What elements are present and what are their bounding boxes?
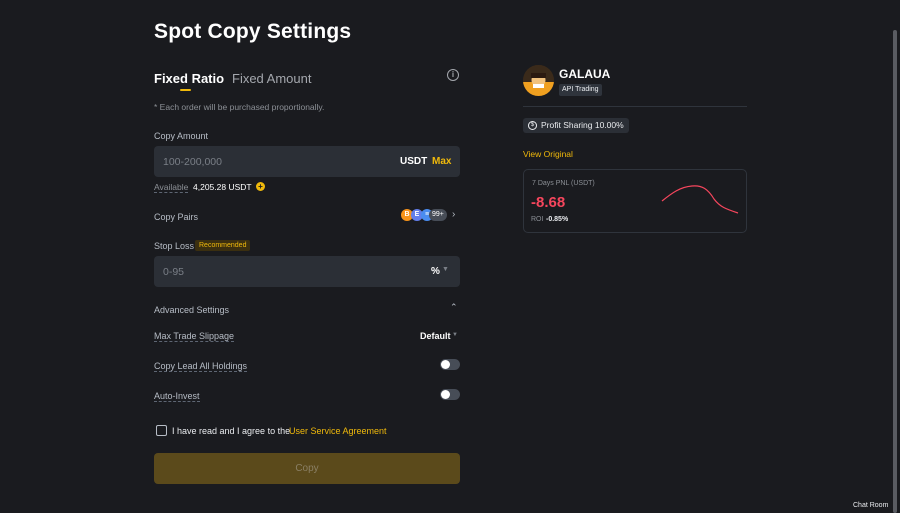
recommended-badge: Recommended: [195, 240, 251, 251]
agreement-text: I have read and I agree to the: [172, 426, 291, 436]
divider: [523, 106, 747, 107]
view-original-link[interactable]: View Original: [523, 149, 573, 159]
chevron-right-icon[interactable]: ›: [452, 209, 455, 220]
stop-loss-unit[interactable]: %: [431, 266, 440, 277]
avatar[interactable]: [523, 65, 554, 96]
available-value: 4,205.28 USDT: [193, 182, 252, 192]
pnl-label: 7 Days PNL (USDT): [532, 180, 595, 187]
plus-circle-icon[interactable]: +: [256, 182, 265, 191]
user-service-agreement-link[interactable]: User Service Agreement: [289, 426, 387, 436]
tab-fixed-ratio[interactable]: Fixed Ratio: [154, 71, 224, 86]
tab-active-indicator: [180, 89, 191, 91]
scrollbar[interactable]: [893, 30, 897, 513]
info-icon[interactable]: i: [447, 69, 459, 81]
max-button[interactable]: Max: [432, 156, 451, 167]
copy-lead-holdings-toggle[interactable]: [440, 359, 460, 370]
roi-label: ROI: [531, 216, 544, 223]
stop-loss-input[interactable]: 0-95 % ▼: [154, 256, 460, 287]
copy-amount-unit: USDT: [400, 156, 428, 167]
stop-loss-label: Stop Loss: [154, 241, 195, 251]
pairs-count-badge[interactable]: 99+: [429, 209, 447, 221]
ratio-note: * Each order will be purchased proportio…: [154, 102, 325, 112]
copy-amount-placeholder: 100-200,000: [163, 156, 222, 168]
caret-down-icon[interactable]: ▼: [452, 332, 458, 338]
auto-invest-toggle[interactable]: [440, 389, 460, 400]
copy-pairs-label: Copy Pairs: [154, 212, 199, 222]
auto-invest-label: Auto-Invest: [154, 391, 200, 402]
toggle-knob: [441, 360, 450, 369]
page-title: Spot Copy Settings: [154, 20, 352, 43]
chat-room-button[interactable]: Chat Room: [853, 502, 888, 509]
agreement-checkbox[interactable]: [156, 425, 167, 436]
trader-avatar-image: [523, 65, 554, 96]
copy-amount-input[interactable]: 100-200,000 USDT Max: [154, 146, 460, 177]
stop-loss-placeholder: 0-95: [163, 266, 185, 278]
profit-sharing-badge: $ Profit Sharing 10.00%: [523, 118, 629, 133]
roi-value: -0.85%: [546, 216, 569, 223]
advanced-settings-label[interactable]: Advanced Settings: [154, 305, 229, 315]
copy-button[interactable]: Copy: [154, 453, 460, 484]
copy-lead-holdings-label: Copy Lead All Holdings: [154, 361, 248, 372]
chevron-up-icon[interactable]: ⌃: [450, 302, 458, 313]
pnl-sparkline: [661, 185, 739, 214]
coin-icon: $: [528, 121, 537, 130]
caret-down-icon[interactable]: ▼: [442, 266, 449, 273]
copy-amount-label: Copy Amount: [154, 131, 209, 141]
slippage-select[interactable]: Default: [420, 331, 451, 341]
tab-fixed-amount[interactable]: Fixed Amount: [232, 71, 312, 86]
pnl-value: -8.68: [531, 194, 566, 211]
max-slippage-label: Max Trade Slippage: [154, 331, 235, 342]
toggle-knob: [441, 390, 450, 399]
api-trading-badge: API Trading: [559, 84, 602, 96]
available-label: Available: [154, 182, 189, 193]
profit-sharing-text: Profit Sharing 10.00%: [541, 120, 624, 130]
trader-name[interactable]: GALAUA: [559, 67, 610, 81]
